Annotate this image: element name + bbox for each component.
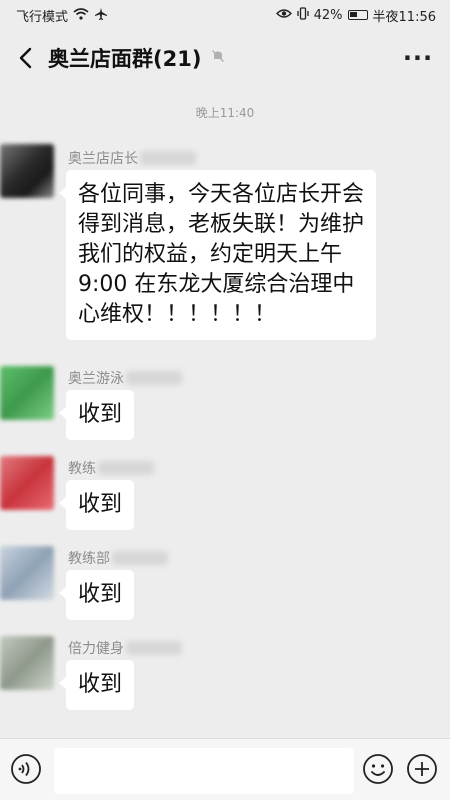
message-input[interactable] bbox=[54, 748, 354, 794]
message-bubble[interactable]: 收到 bbox=[58, 660, 135, 710]
wifi-icon bbox=[73, 7, 89, 23]
sender-name-redaction bbox=[126, 371, 182, 385]
mute-bell-icon bbox=[211, 49, 225, 67]
avatar[interactable] bbox=[0, 144, 54, 198]
message-item: 奥兰游泳 收到 bbox=[0, 364, 450, 454]
status-time: 半夜11:56 bbox=[372, 9, 436, 25]
input-bar bbox=[0, 738, 450, 800]
message-item: 教练部 收到 bbox=[0, 544, 450, 634]
chat-area: 晚上11:40 奥兰店店长 各位同事，今天各位店长开会得到消息，老板失联！为维护… bbox=[0, 86, 450, 738]
message-text: 收到 bbox=[78, 672, 123, 697]
message-item: 教练 收到 bbox=[0, 454, 450, 544]
sender-name: 奥兰游泳 bbox=[68, 368, 182, 388]
eye-icon bbox=[275, 8, 292, 22]
message-item: 奥兰店店长 各位同事，今天各位店长开会得到消息，老板失联！为维护我们的权益，约定… bbox=[0, 140, 450, 372]
vibrate-icon bbox=[296, 7, 309, 23]
airplane-icon bbox=[94, 7, 108, 24]
message-text: 收到 bbox=[78, 582, 123, 607]
message-bubble[interactable]: 收到 bbox=[58, 570, 135, 620]
airplane-mode-label: 飞行模式 bbox=[16, 9, 69, 25]
status-right: 42% 半夜11:56 bbox=[275, 6, 436, 25]
sender-name-redaction bbox=[126, 641, 182, 655]
sender-name-redaction bbox=[140, 151, 196, 165]
sender-name: 教练部 bbox=[68, 548, 168, 568]
voice-icon[interactable] bbox=[10, 753, 42, 785]
message-text: 收到 bbox=[78, 402, 123, 427]
title-bar: 奥兰店面群(21) ··· bbox=[0, 30, 450, 86]
chat-timestamp: 晚上11:40 bbox=[195, 106, 255, 120]
sender-name: 倍力健身 bbox=[68, 638, 182, 658]
more-options-button[interactable]: ··· bbox=[398, 44, 438, 72]
message-bubble[interactable]: 各位同事，今天各位店长开会得到消息，老板失联！为维护我们的权益，约定明天上午 9… bbox=[59, 170, 376, 340]
emoji-icon[interactable] bbox=[362, 753, 394, 785]
message-bubble[interactable]: 收到 bbox=[58, 480, 135, 530]
message-bubble[interactable]: 收到 bbox=[58, 390, 135, 440]
sender-name-redaction bbox=[98, 461, 154, 475]
sender-name: 教练 bbox=[68, 458, 154, 478]
plus-circle-icon[interactable] bbox=[406, 753, 438, 785]
battery-icon bbox=[347, 10, 368, 20]
battery-percent: 42% bbox=[313, 7, 343, 23]
message-text: 收到 bbox=[78, 492, 123, 517]
chevron-left-icon[interactable] bbox=[12, 43, 38, 73]
status-bar: 飞行模式 42% 半夜11:56 bbox=[0, 0, 450, 30]
page-title: 奥兰店面群(21) bbox=[48, 47, 202, 71]
status-left: 飞行模式 bbox=[16, 6, 108, 25]
avatar[interactable] bbox=[0, 636, 54, 690]
sender-name-redaction bbox=[112, 551, 168, 565]
avatar[interactable] bbox=[0, 546, 54, 600]
avatar[interactable] bbox=[0, 456, 54, 510]
message-text: 各位同事，今天各位店长开会得到消息，老板失联！为维护我们的权益，约定明天上午 9… bbox=[78, 182, 365, 327]
avatar[interactable] bbox=[0, 366, 54, 420]
sender-name: 奥兰店店长 bbox=[68, 148, 196, 168]
message-item: 倍力健身 收到 bbox=[0, 634, 450, 724]
